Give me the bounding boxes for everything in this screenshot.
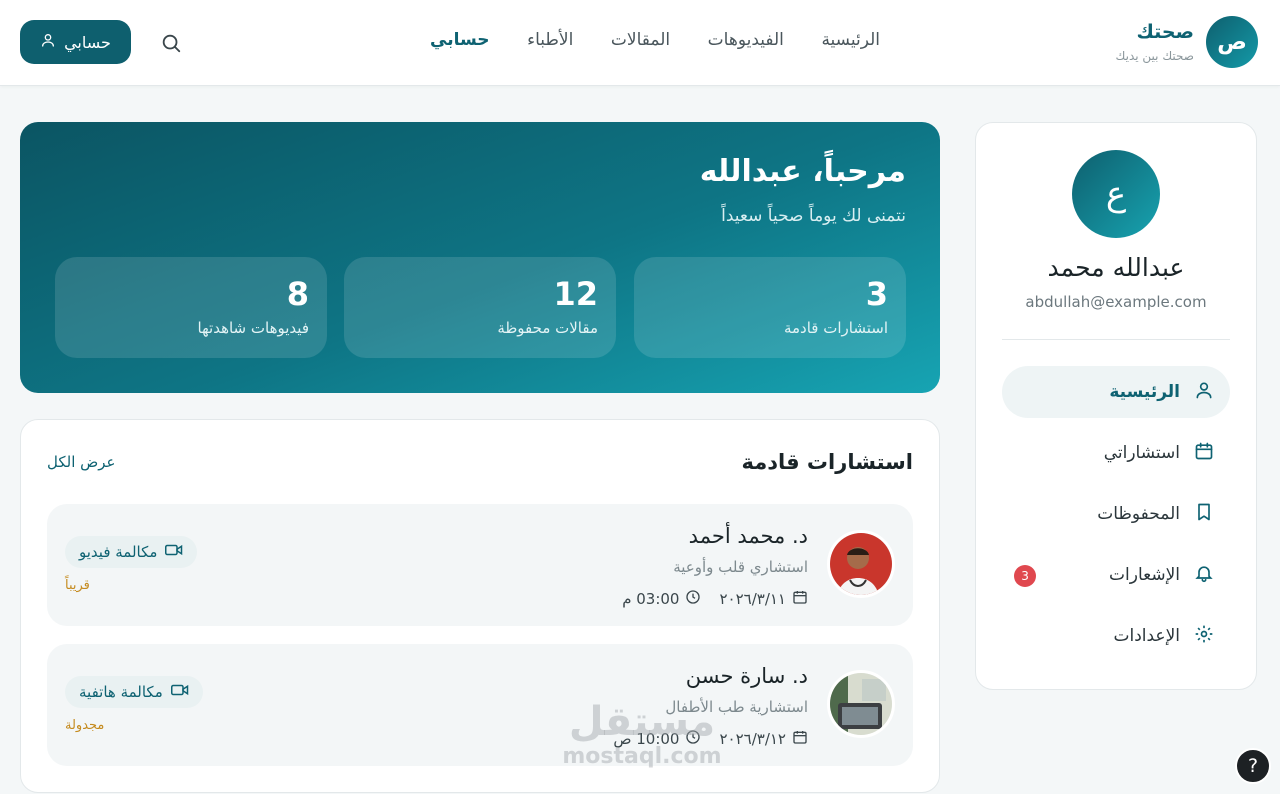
help-button[interactable]: ? xyxy=(1235,748,1271,784)
sidebar-item-home[interactable]: الرئيسية xyxy=(1002,366,1230,418)
time-text: 03:00 م xyxy=(622,590,680,608)
calendar-icon xyxy=(1194,441,1214,466)
divider xyxy=(1002,339,1230,340)
stat-label: فيديوهات شاهدتها xyxy=(197,319,309,337)
appointment-date: ٢٠٢٦/٣/١١ xyxy=(719,589,808,609)
view-all-link[interactable]: عرض الكل xyxy=(47,453,116,471)
account-button-label: حسابي xyxy=(64,32,111,52)
sidebar-item-notifications[interactable]: الإشعارات 3 xyxy=(1002,549,1230,601)
sidebar-item-label: الإعدادات xyxy=(1113,626,1180,646)
brand-logo: ص xyxy=(1206,16,1258,68)
sidebar-item-consultations[interactable]: استشاراتي xyxy=(1002,427,1230,479)
brand[interactable]: ص صحتك صحتك بين يديك xyxy=(1116,16,1258,68)
clock-icon xyxy=(685,589,701,609)
stat-card-consultations: 3 استشارات قادمة xyxy=(634,257,906,358)
account-button[interactable]: حسابي xyxy=(20,20,131,64)
search-icon[interactable] xyxy=(160,32,182,54)
brand-name: صحتك xyxy=(1136,21,1194,43)
sidebar-item-label: الرئيسية xyxy=(1109,382,1180,402)
watermark-arabic: مستقل xyxy=(568,699,716,745)
doctor-name: د. سارة حسن xyxy=(685,664,808,688)
main-nav: الرئيسية الفيديوهات المقالات الأطباء حسا… xyxy=(430,30,880,50)
doctor-avatar xyxy=(827,670,895,738)
brand-tagline: صحتك بين يديك xyxy=(1115,49,1195,63)
stat-card-videos: 8 فيديوهات شاهدتها xyxy=(55,257,327,358)
section-title: استشارات قادمة xyxy=(741,450,913,474)
video-camera-icon xyxy=(170,683,189,701)
doctor-avatar xyxy=(827,530,895,598)
bell-icon xyxy=(1194,563,1214,588)
nav-doctors[interactable]: الأطباء xyxy=(527,30,573,50)
date-text: ٢٠٢٦/٣/١٢ xyxy=(719,730,786,748)
notification-count-badge: 3 xyxy=(1014,565,1036,587)
user-icon xyxy=(1194,380,1214,405)
nav-videos[interactable]: الفيديوهات xyxy=(708,30,784,50)
stat-label: استشارات قادمة xyxy=(783,319,888,337)
user-icon xyxy=(40,32,56,52)
date-text: ٢٠٢٦/٣/١١ xyxy=(719,590,786,608)
call-type-label: مكالمة فيديو xyxy=(79,543,158,561)
nav-my-account[interactable]: حسابي xyxy=(430,30,490,50)
watermark-latin: mostaql.com xyxy=(562,744,722,769)
appointment-meta: ٢٠٢٦/٣/١١ 03:00 م xyxy=(622,589,808,609)
call-type-label: مكالمة هاتفية xyxy=(79,683,163,701)
doctor-name: د. محمد أحمد xyxy=(688,524,808,548)
calendar-icon xyxy=(792,729,808,749)
phone-call-chip[interactable]: مكالمة هاتفية xyxy=(65,676,203,708)
welcome-title: مرحباً، عبدالله xyxy=(699,154,906,189)
video-call-chip[interactable]: مكالمة فيديو xyxy=(65,536,198,568)
profile-email: abdullah@example.com xyxy=(1025,293,1207,311)
nav-home[interactable]: الرئيسية xyxy=(821,30,880,50)
consultation-card[interactable]: د. سارة حسن استشارية طب الأطفال ٢٠٢٦/٣/١… xyxy=(47,644,913,766)
sidebar-item-label: الإشعارات xyxy=(1109,565,1180,585)
status-badge: قريباً xyxy=(65,578,90,593)
sidebar-item-saved[interactable]: المحفوظات xyxy=(1002,488,1230,540)
video-camera-icon xyxy=(165,543,183,561)
appointment-date: ٢٠٢٦/٣/١٢ xyxy=(719,729,808,749)
doctor-specialty: استشاري قلب وأوعية xyxy=(673,558,808,576)
profile-name: عبدالله محمد xyxy=(1047,253,1185,282)
welcome-subtitle: نتمنى لك يوماً صحياً سعيداً xyxy=(721,206,906,226)
status-badge: مجدولة xyxy=(65,718,105,733)
stat-card-articles: 12 مقالات محفوظة xyxy=(344,257,616,358)
stat-value: 3 xyxy=(865,275,888,313)
watermark: مستقل mostaql.com xyxy=(562,700,722,769)
nav-articles[interactable]: المقالات xyxy=(611,30,670,50)
stat-value: 8 xyxy=(286,275,309,313)
sidebar-menu: الرئيسية استشاراتي المحفوظات الإشعارات 3 xyxy=(1002,366,1230,671)
consultation-card[interactable]: د. محمد أحمد استشاري قلب وأوعية ٢٠٢٦/٣/١… xyxy=(47,504,913,626)
sidebar-item-label: استشاراتي xyxy=(1103,443,1180,463)
stat-label: مقالات محفوظة xyxy=(497,319,598,337)
bookmark-icon xyxy=(1194,502,1214,527)
stat-value: 12 xyxy=(553,275,598,313)
gear-icon xyxy=(1194,624,1214,649)
profile-sidebar: ع عبدالله محمد abdullah@example.com الرئ… xyxy=(975,122,1257,690)
welcome-banner: مرحباً، عبدالله نتمنى لك يوماً صحياً سعي… xyxy=(20,122,940,393)
appointment-time: 03:00 م xyxy=(622,589,701,609)
sidebar-item-label: المحفوظات xyxy=(1097,504,1180,524)
top-header: ص صحتك صحتك بين يديك الرئيسية الفيديوهات… xyxy=(0,0,1280,86)
sidebar-item-settings[interactable]: الإعدادات xyxy=(1002,610,1230,662)
upcoming-consultations: استشارات قادمة عرض الكل د. محمد أحمد است… xyxy=(20,419,940,793)
avatar: ع xyxy=(1072,150,1160,238)
calendar-icon xyxy=(792,589,808,609)
brand-text: صحتك صحتك بين يديك xyxy=(1116,21,1195,63)
